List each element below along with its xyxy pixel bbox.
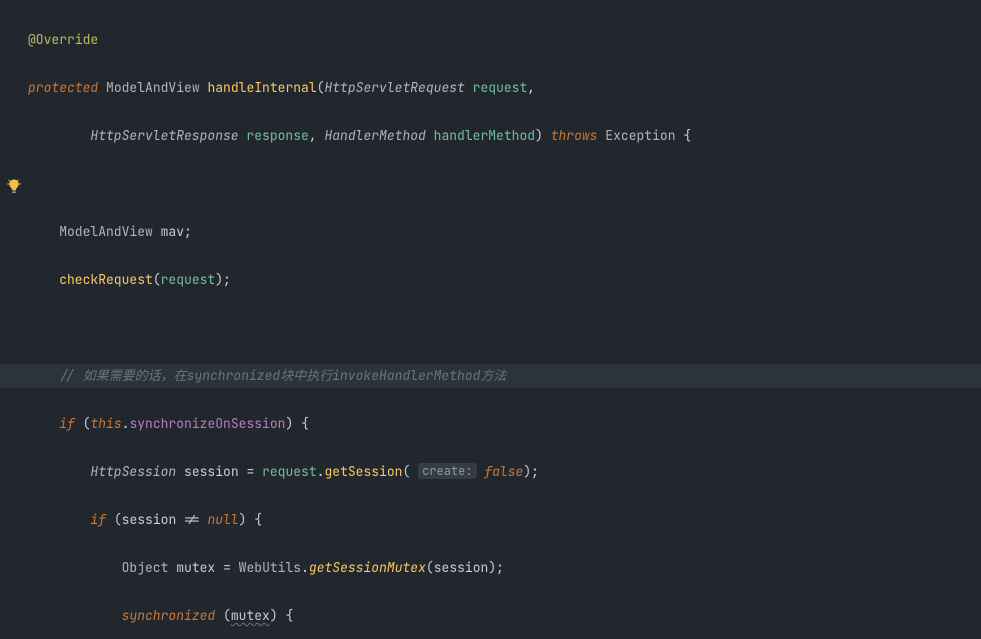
local-var: session (122, 511, 177, 528)
type: WebUtils (239, 559, 301, 576)
code-line[interactable]: @Override (28, 28, 981, 52)
type: Exception (605, 127, 675, 144)
punct: , (527, 79, 535, 96)
type: HandlerMethod (324, 127, 425, 144)
editor-gutter (0, 0, 28, 639)
punct: ) { (239, 511, 262, 528)
param-hint: create: (418, 463, 476, 479)
punct: ( (403, 463, 419, 480)
keyword: null (207, 511, 238, 528)
punct: ); (488, 559, 504, 576)
type: HttpSession (90, 463, 176, 480)
code-editor[interactable]: @Override protected ModelAndView handleI… (0, 0, 981, 639)
keyword: this (90, 415, 121, 432)
local-var: session (434, 559, 489, 576)
annotation: @Override (28, 31, 98, 48)
param: response (246, 127, 308, 144)
type: ModelAndView (106, 79, 200, 96)
code-line[interactable]: checkRequest(request); (28, 268, 981, 292)
code-line[interactable]: HttpServletResponse response, HandlerMet… (28, 124, 981, 148)
punct: ( (114, 511, 122, 528)
punct: ) { (270, 607, 293, 624)
punct: ); (215, 271, 231, 288)
code-line[interactable] (28, 172, 981, 196)
method-call: getSession (324, 463, 402, 480)
punct: ; (184, 223, 192, 240)
punct: ( (153, 271, 161, 288)
code-line[interactable]: ModelAndView mav; (28, 220, 981, 244)
static-method: getSessionMutex (309, 559, 426, 576)
keyword: if (59, 415, 75, 432)
punct: ( (426, 559, 434, 576)
method-name: handleInternal (207, 79, 316, 96)
param: request (473, 79, 528, 96)
keyword: synchronized (122, 607, 216, 624)
code-line[interactable]: synchronized (mutex) { (28, 604, 981, 628)
punct: ) { (285, 415, 308, 432)
local-var: mav (161, 223, 184, 240)
param: request (262, 463, 317, 480)
code-line[interactable]: HttpSession session = request.getSession… (28, 460, 981, 484)
punct: != (184, 511, 207, 528)
code-line-current[interactable]: // 如果需要的话，在synchronized块中执行invokeHandler… (0, 364, 981, 388)
keyword: throws (551, 127, 598, 144)
type: HttpServletResponse (90, 127, 238, 144)
lightbulb-icon[interactable] (6, 178, 22, 194)
param: request (161, 271, 216, 288)
param: handlerMethod (434, 127, 535, 144)
code-line[interactable]: Object mutex = WebUtils.getSessionMutex(… (28, 556, 981, 580)
punct: { (683, 127, 691, 144)
type: ModelAndView (59, 223, 153, 240)
keyword: protected (28, 79, 98, 96)
punct: , (309, 127, 325, 144)
code-line[interactable]: if (this.synchronizeOnSession) { (28, 412, 981, 436)
code-area[interactable]: @Override protected ModelAndView handleI… (28, 4, 981, 639)
type: HttpServletRequest (324, 79, 464, 96)
punct: = (246, 463, 262, 480)
punct: ); (523, 463, 539, 480)
punct: ) (535, 127, 551, 144)
code-line[interactable] (28, 316, 981, 340)
local-var: mutex (176, 559, 215, 576)
code-line[interactable]: protected ModelAndView handleInternal(Ht… (28, 76, 981, 100)
punct: ( (223, 607, 231, 624)
keyword: false (484, 463, 523, 480)
punct: . (301, 559, 309, 576)
punct: = (223, 559, 239, 576)
keyword: if (90, 511, 106, 528)
field: synchronizeOnSession (129, 415, 285, 432)
method-call: checkRequest (59, 271, 153, 288)
local-var: mutex (231, 607, 270, 624)
code-line[interactable]: if (session != null) { (28, 508, 981, 532)
local-var: session (184, 463, 239, 480)
comment: // 如果需要的话，在synchronized块中执行invokeHandler… (59, 367, 506, 384)
type: Object (122, 559, 169, 576)
